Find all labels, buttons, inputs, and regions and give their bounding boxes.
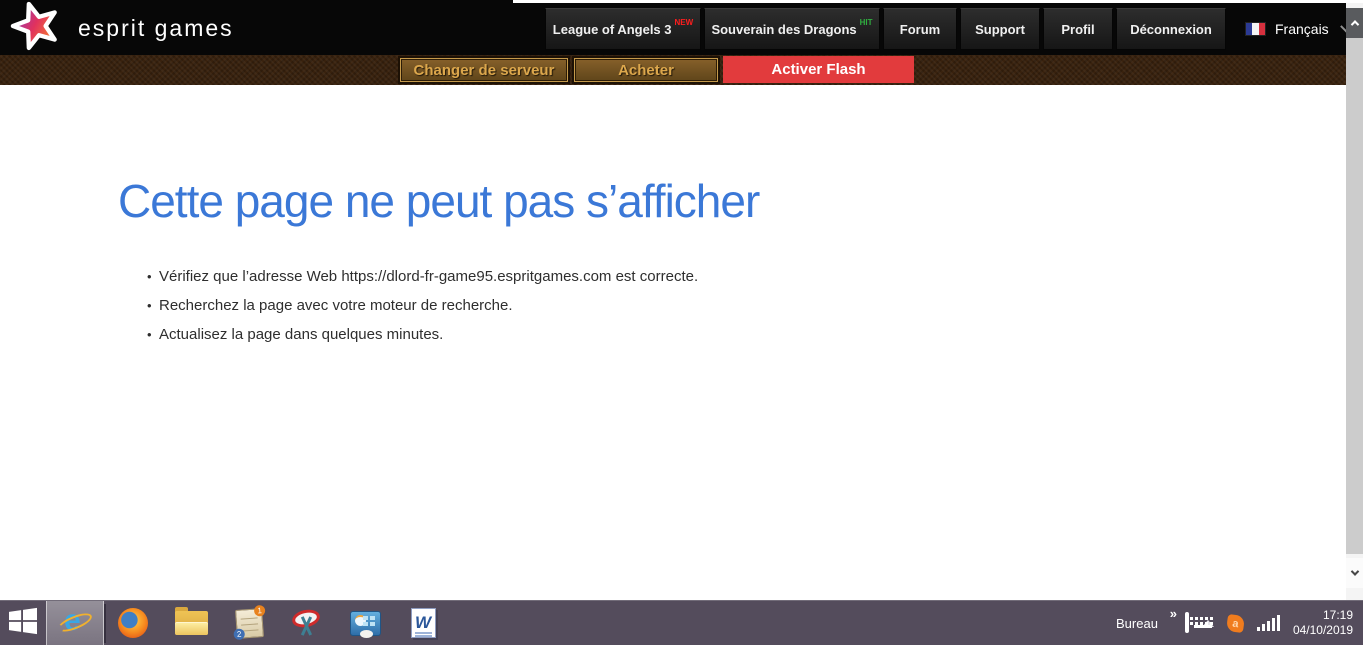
vertical-scrollbar[interactable] [1346, 0, 1363, 600]
firefox-icon [118, 608, 148, 638]
file-explorer-icon [174, 607, 208, 635]
new-badge: NEW [674, 17, 694, 27]
windows-logo-icon [9, 607, 37, 640]
taskbar-app-word[interactable]: W [394, 601, 452, 645]
taskbar-app-internet-explorer[interactable]: e [46, 600, 106, 645]
error-page-title: Cette page ne peut pas s’afficher [118, 175, 760, 227]
window-top-edge [513, 0, 1363, 3]
nav-item-deconnexion[interactable]: Déconnexion [1116, 8, 1226, 50]
nav-item-league-of-angels-3[interactable]: League of Angels 3 NEW [545, 8, 701, 50]
nav-label: Profil [1061, 21, 1095, 37]
suggestion-text: Actualisez la page dans quelques minutes… [159, 326, 444, 343]
buy-button[interactable]: Acheter [574, 58, 718, 82]
nav-label: Déconnexion [1130, 21, 1212, 37]
bullet-dot: • [147, 269, 152, 284]
suggestion-text: Recherchez la page avec votre moteur de … [159, 297, 513, 314]
activate-flash-button[interactable]: Activer Flash [723, 56, 914, 83]
nav-item-forum[interactable]: Forum [883, 8, 957, 50]
network-signal-icon[interactable] [1256, 615, 1280, 631]
nav-label: Souverain des Dragons [711, 21, 857, 37]
nav-item-support[interactable]: Support [960, 8, 1040, 50]
browser-viewport: Cette page ne peut pas s’afficher • Véri… [0, 85, 1346, 600]
toolbar-overflow-chevron: » [1169, 605, 1177, 621]
chevron-up-icon [1350, 20, 1359, 29]
scrollbar-thumb[interactable] [1346, 38, 1363, 554]
nav-label: League of Angels 3 [552, 21, 672, 37]
taskbar-clock[interactable]: 17:19 04/10/2019 [1293, 608, 1353, 638]
main-nav: League of Angels 3 NEW Souverain des Dra… [545, 8, 1353, 50]
scroll-down-button[interactable] [1346, 558, 1363, 588]
nav-label: Forum [899, 21, 941, 37]
nav-item-souverain-des-dragons[interactable]: Souverain des Dragons HIT [704, 8, 880, 50]
clock-time: 17:19 [1322, 608, 1353, 622]
desktop-toolbar-label: Bureau [1116, 615, 1158, 631]
windows-journal-icon: 1 2 [232, 604, 266, 640]
error-suggestions-list: • Vérifiez que l’adresse Web https://dlo… [147, 269, 1346, 343]
language-label: Français [1275, 21, 1329, 37]
taskbar-app-file-explorer[interactable] [162, 601, 220, 645]
language-selector[interactable]: Français [1245, 8, 1353, 50]
windows-taskbar: e 1 2 W Bureau » a 17:19 04/10/2019 [0, 600, 1363, 645]
system-tray: Bureau » a 17:19 04/10/2019 [1116, 601, 1363, 645]
start-button[interactable] [0, 601, 46, 645]
clock-date: 04/10/2019 [1292, 623, 1353, 637]
screen: esprit games League of Angels 3 NEW Souv… [0, 0, 1363, 645]
site-header: esprit games League of Angels 3 NEW Souv… [0, 0, 1363, 55]
badge-2: 2 [232, 627, 245, 640]
bullet-dot: • [147, 298, 152, 313]
brand-text: esprit games [78, 14, 234, 41]
france-flag-icon [1245, 22, 1266, 36]
control-panel-icon [349, 610, 381, 638]
scroll-up-button[interactable] [1346, 8, 1363, 38]
internet-explorer-icon: e [55, 604, 95, 639]
game-toolbar: Changer de serveur Acheter Activer Flash [0, 55, 1363, 85]
list-item: • Recherchez la page avec votre moteur d… [147, 298, 1346, 314]
esprit-games-logo[interactable]: esprit games [10, 0, 234, 57]
nav-item-profil[interactable]: Profil [1043, 8, 1113, 50]
word-icon: W [410, 608, 436, 638]
hit-badge: HIT [859, 17, 873, 27]
list-item: • Vérifiez que l’adresse Web https://dlo… [147, 269, 1346, 285]
chevron-down-icon [1350, 567, 1359, 576]
desktop-toolbar[interactable]: Bureau » [1116, 606, 1177, 631]
taskbar-app-windows-journal[interactable]: 1 2 [220, 601, 278, 645]
bullet-dot: • [147, 327, 152, 342]
badge-1: 1 [253, 604, 266, 617]
star-logo-icon [10, 0, 62, 57]
avast-antivirus-icon[interactable]: a [1225, 613, 1246, 633]
taskbar-app-firefox[interactable] [104, 601, 162, 645]
nav-label: Support [975, 21, 1025, 37]
snipping-tool-icon [290, 607, 324, 638]
touch-keyboard-icon[interactable] [1184, 612, 1213, 633]
taskbar-app-control-panel[interactable] [336, 601, 394, 645]
change-server-button[interactable]: Changer de serveur [400, 58, 568, 82]
list-item: • Actualisez la page dans quelques minut… [147, 327, 1346, 343]
suggestion-text: Vérifiez que l’adresse Web https://dlord… [159, 268, 699, 285]
taskbar-app-snipping-tool[interactable] [278, 601, 336, 645]
